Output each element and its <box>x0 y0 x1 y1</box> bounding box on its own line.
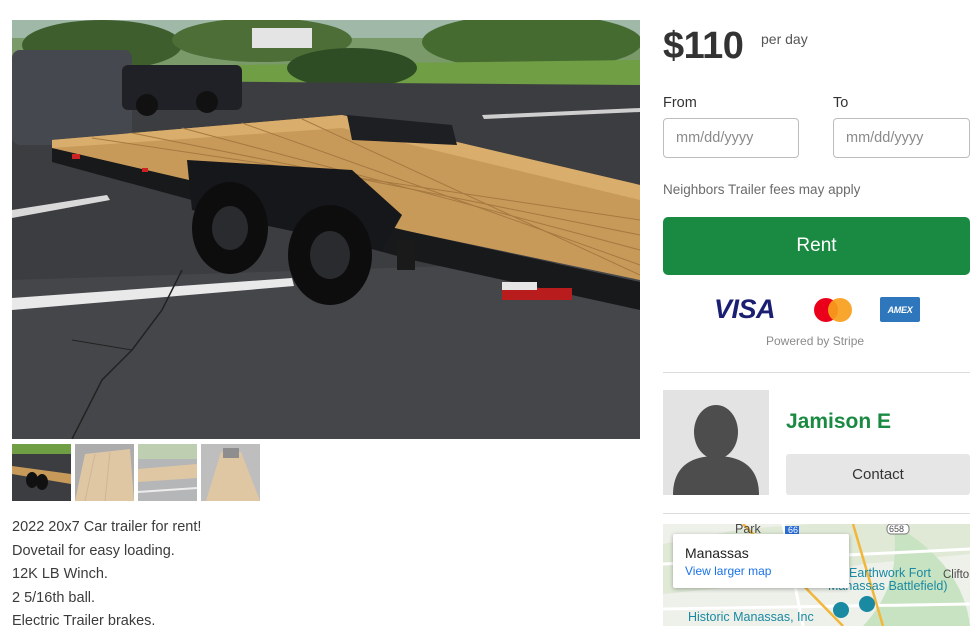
rent-button[interactable]: Rent <box>663 217 970 275</box>
thumbnail-1[interactable] <box>12 444 71 501</box>
description-line: Electric Trailer brakes. <box>12 613 156 629</box>
avatar[interactable] <box>663 390 769 495</box>
price-unit: per day <box>761 31 808 47</box>
thumbnail-3[interactable] <box>138 444 197 501</box>
description-line: 12K LB Winch. <box>12 566 108 582</box>
description-line: Dovetail for easy loading. <box>12 542 175 559</box>
view-larger-map-link[interactable]: View larger map <box>685 564 771 578</box>
thumbnail-2[interactable] <box>75 444 134 501</box>
to-label: To <box>833 95 849 111</box>
thumbnail-strip <box>12 444 260 501</box>
contact-button[interactable]: Contact <box>786 454 970 495</box>
main-trailer-photo[interactable] <box>12 20 640 439</box>
user-silhouette-icon <box>673 405 759 495</box>
map-label-route2: 658 <box>889 524 905 534</box>
map-label-clifton: Clifto <box>943 569 970 581</box>
powered-by-stripe: Powered by Stripe <box>766 334 865 348</box>
location-map[interactable]: Park 66 658 Earthwork Fort Manassas Batt… <box>663 524 970 626</box>
amex-logo: AMEX <box>880 297 920 322</box>
visa-logo: VISA <box>714 294 776 324</box>
from-date-input[interactable] <box>663 118 799 158</box>
to-date-input[interactable] <box>833 118 970 158</box>
listing-description: 2022 20x7 Car trailer for rent! Dovetail… <box>12 516 201 634</box>
price: $110 <box>663 25 744 67</box>
map-label-earthwork: Earthwork Fort <box>849 566 931 580</box>
divider <box>663 372 970 373</box>
divider <box>663 513 970 514</box>
description-line: 2022 20x7 Car trailer for rent! <box>12 519 202 535</box>
thumbnail-4[interactable] <box>201 444 260 501</box>
map-info-card: Manassas View larger map <box>673 534 849 588</box>
owner-name[interactable]: Jamison E <box>786 410 891 434</box>
payment-methods: VISA AMEX <box>714 294 920 325</box>
description-line: 2 5/16th ball. <box>12 589 96 606</box>
mastercard-logo <box>810 296 874 324</box>
fees-note: Neighbors Trailer fees may apply <box>663 182 861 197</box>
from-label: From <box>663 95 697 111</box>
map-city: Manassas <box>685 545 749 561</box>
map-label-historic: Historic Manassas, Inc <box>688 610 814 624</box>
